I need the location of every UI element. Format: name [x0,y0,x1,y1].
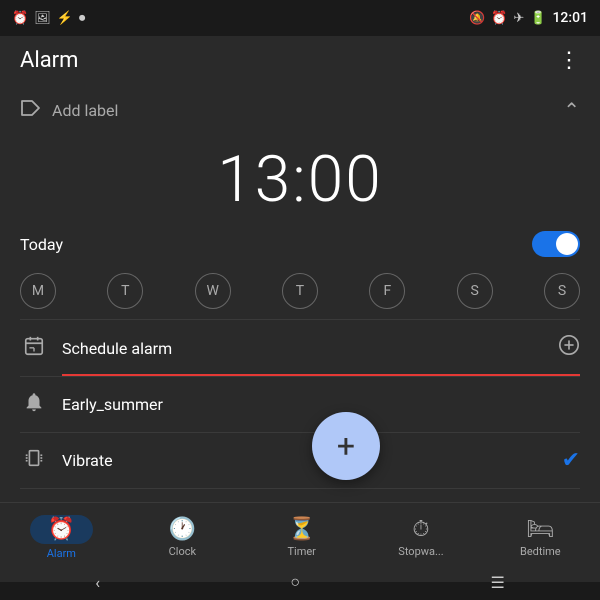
nav-alarm-label: Alarm [47,547,76,560]
record-icon: ⏺ [79,11,86,26]
status-left-icons: ⏰ 🖼 ⚡ ⏺ [12,11,85,26]
nav-bedtime-label: Bedtime [520,545,561,558]
nav-clock-icon: 🕐 [169,517,196,542]
day-friday[interactable]: F [369,273,405,309]
vibrate-checkmark: ✔ [562,448,580,473]
alarm-status-icon: ⏰ [12,11,28,26]
ringtone-icon [20,391,48,418]
schedule-icon [20,335,48,362]
label-icon [20,99,42,122]
more-options-button[interactable]: ⋮ [558,48,580,73]
nav-clock-label: Clock [169,545,196,558]
usb-icon: ⚡ [57,11,73,26]
time-display[interactable]: 13:00 [20,132,580,223]
page-title: Alarm [20,48,78,73]
recents-button[interactable]: ☰ [490,573,504,592]
add-label-text: Add label [52,101,118,120]
bottom-nav: ⏰ Alarm 🕐 Clock ⏳ Timer ⏱ Stopwa... 🛏 Be… [0,502,600,572]
mute-icon: 🔕 [469,11,485,26]
gesture-bar: ‹ ○ ☰ [0,570,600,594]
day-monday[interactable]: M [20,273,56,309]
nav-stopwatch-label: Stopwa... [398,545,443,558]
nav-timer-icon: ⏳ [288,517,315,542]
today-row: Today [20,223,580,265]
day-saturday[interactable]: S [457,273,493,309]
day-tuesday[interactable]: T [107,273,143,309]
app-bar: Alarm ⋮ [0,36,600,84]
chevron-up-icon[interactable]: ⌃ [563,98,580,122]
schedule-alarm-row[interactable]: Schedule alarm [20,319,580,376]
ringtone-row[interactable]: Early_summer [20,376,580,432]
status-bar: ⏰ 🖼 ⚡ ⏺ 🔕 ⏰ ✈ 🔋 12:01 [0,0,600,36]
vibrate-label: Vibrate [62,451,562,470]
status-right-icons: 🔕 ⏰ ✈ 🔋 12:01 [469,10,588,26]
toggle-knob [556,233,578,255]
vibrate-icon [20,447,48,474]
nav-stopwatch-icon: ⏱ [412,517,429,542]
day-wednesday[interactable]: W [195,273,231,309]
nav-bedtime[interactable]: 🛏 Bedtime [510,517,570,558]
nav-clock[interactable]: 🕐 Clock [152,517,212,558]
add-label-left: Add label [20,99,118,122]
today-toggle[interactable] [532,231,580,257]
day-thursday[interactable]: T [282,273,318,309]
today-label: Today [20,235,63,254]
alarm-notify-icon: ⏰ [491,11,507,26]
add-schedule-button[interactable] [558,334,580,362]
battery-icon: 🔋 [530,11,546,26]
portrait-icon: 🖼 [34,11,51,26]
day-sunday[interactable]: S [544,273,580,309]
nav-timer-label: Timer [287,545,315,558]
schedule-alarm-label: Schedule alarm [62,339,558,358]
nav-alarm-icon: ⏰ [48,517,75,542]
nav-alarm[interactable]: ⏰ Alarm [30,515,93,560]
back-button[interactable]: ‹ [95,573,100,592]
nav-timer[interactable]: ⏳ Timer [272,517,332,558]
nav-stopwatch[interactable]: ⏱ Stopwa... [391,517,451,558]
flight-icon: ✈ [513,11,524,26]
nav-alarm-bg: ⏰ [30,515,93,544]
alarm-time[interactable]: 13:00 [217,142,382,217]
nav-bedtime-icon: 🛏 [526,517,554,542]
fab-add-button[interactable]: + [312,412,380,480]
add-label-row[interactable]: Add label ⌃ [20,84,580,132]
home-button[interactable]: ○ [290,572,300,592]
ringtone-label: Early_summer [62,395,580,414]
days-row: M T W T F S S [20,265,580,319]
vibrate-row[interactable]: Vibrate ✔ [20,432,580,488]
status-time: 12:01 [552,10,588,26]
